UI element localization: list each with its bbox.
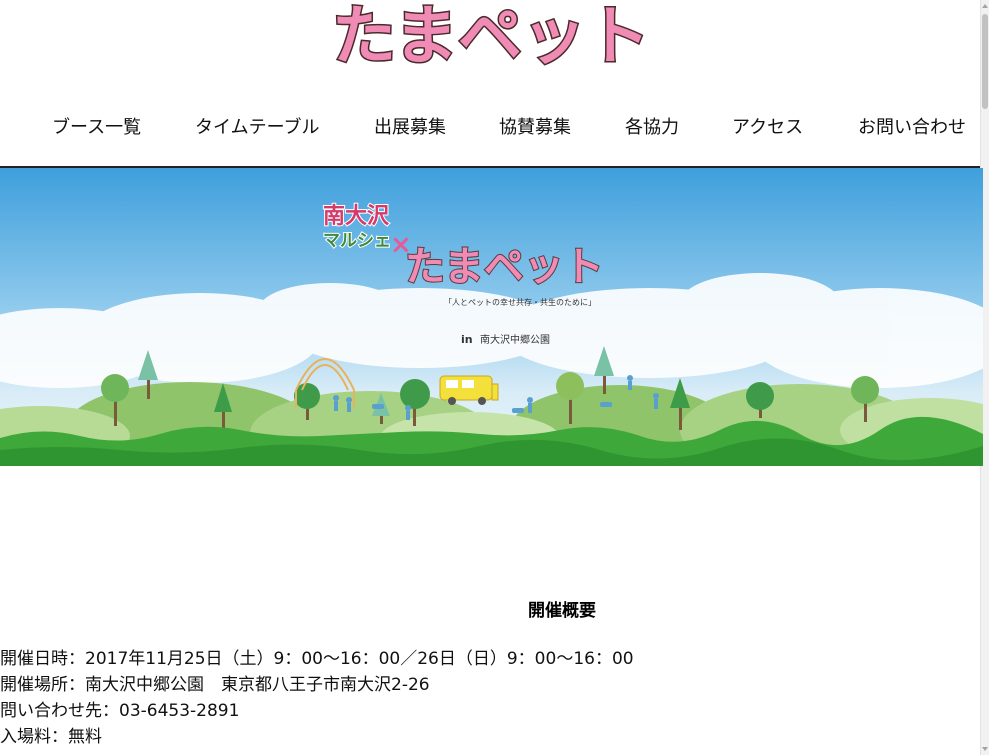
nav-item-booth-list[interactable]: ブース一覧 — [52, 113, 141, 139]
hero-illustration: 南大沢 マルシェ × たまペット 「人とペットの幸せ共存・共生のために」 in … — [0, 168, 983, 466]
nav-item-exhibitor-recruitment[interactable]: 出展募集 — [374, 113, 446, 139]
scroll-up-arrow-icon[interactable] — [982, 4, 988, 8]
overview-title: 開催概要 — [528, 601, 596, 621]
hero-event-logo: たまペット — [405, 244, 604, 290]
hero-location: 南大沢中郷公園 — [480, 333, 550, 346]
site-logo[interactable]: たまペット — [318, 0, 664, 72]
scrollbar-thumb[interactable] — [982, 14, 988, 109]
hero-banner: 南大沢 マルシェ × たまペット 「人とペットの幸せ共存・共生のために」 in … — [0, 168, 983, 466]
nav-item-cooperation[interactable]: 各協力 — [625, 113, 679, 139]
overview-venue: 開催場所：南大沢中郷公園 東京都八王子市南大沢2-26 — [0, 675, 430, 695]
svg-text:in: in — [461, 333, 473, 346]
hero-brand-line1: 南大沢 — [323, 204, 390, 229]
logo-text: たまペット — [332, 0, 650, 72]
nav-item-timetable[interactable]: タイムテーブル — [195, 113, 320, 139]
overview-admission: 入場料：無料 — [0, 727, 102, 747]
nav-item-sponsor-recruitment[interactable]: 協賛募集 — [499, 113, 571, 139]
overview-datetime: 開催日時：2017年11月25日（土）9：00〜16：00／26日（日）9：00… — [0, 649, 634, 669]
overview-contact: 問い合わせ先：03-6453-2891 — [0, 701, 240, 721]
nav-item-contact[interactable]: お問い合わせ — [858, 113, 966, 139]
hero-tagline: 「人とペットの幸せ共存・共生のために」 — [444, 297, 596, 307]
nav-item-access[interactable]: アクセス — [732, 113, 803, 139]
main-nav: ブース一覧 タイムテーブル 出展募集 協賛募集 各協力 アクセス お問い合わせ — [0, 113, 980, 149]
hero-brand-line2: マルシェ — [323, 231, 391, 251]
site-logo-graphic: たまペット — [330, 0, 651, 72]
location-pin-icon: in — [461, 333, 473, 346]
scroll-down-arrow-icon[interactable] — [982, 747, 988, 751]
